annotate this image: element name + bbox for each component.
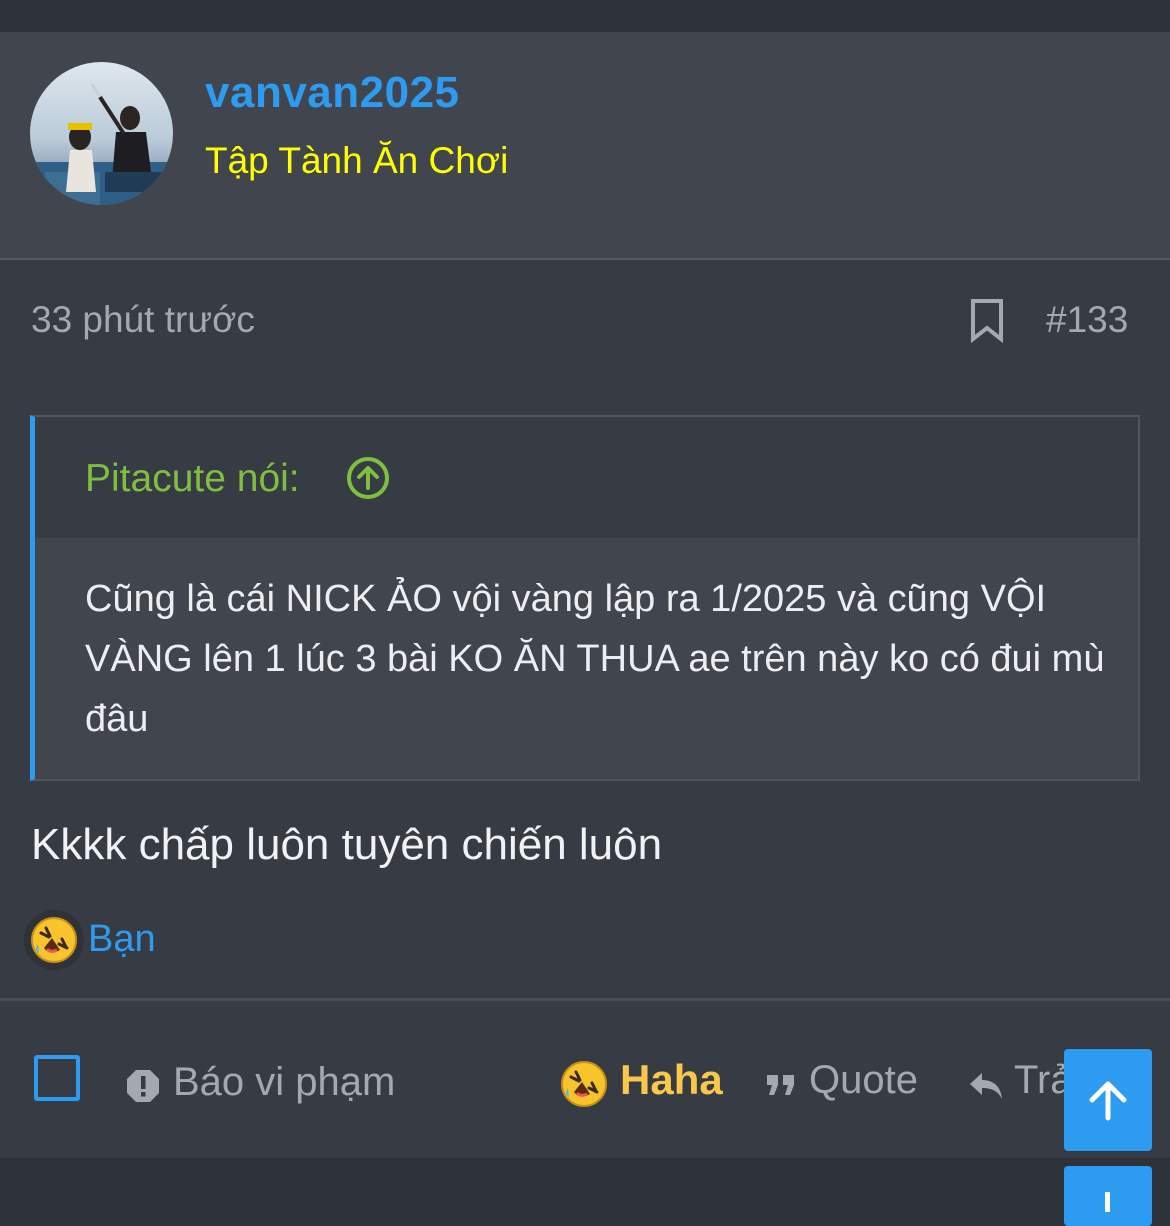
reply-button[interactable]: Trả lời xyxy=(968,1058,1068,1110)
reply-arrow-icon xyxy=(970,1073,1002,1099)
rolling-laughing-emoji-icon xyxy=(31,917,77,963)
quote-author[interactable]: Pitacute nói: xyxy=(85,457,300,501)
bookmark-icon[interactable] xyxy=(967,297,1007,344)
quote-header: Pitacute nói: xyxy=(35,417,1138,538)
page-top-strip xyxy=(0,0,1170,32)
quote-text: Cũng là cái NICK ẢO vội vàng lập ra 1/20… xyxy=(85,578,1105,740)
reaction-users[interactable]: Bạn xyxy=(88,918,156,961)
arrow-up-icon xyxy=(1089,1081,1127,1121)
arrow-up-circle-icon[interactable] xyxy=(345,455,391,501)
username[interactable]: vanvan2025 xyxy=(205,68,460,118)
report-label: Báo vi phạm xyxy=(173,1060,396,1104)
user-title: Tập Tành Ăn Chơi xyxy=(205,140,509,181)
reaction-emoji-badge xyxy=(24,910,84,970)
quote-label: Quote xyxy=(809,1058,918,1102)
scroll-to-top-button[interactable] xyxy=(1064,1049,1152,1151)
warning-octagon-icon xyxy=(127,1070,159,1102)
below-post-area xyxy=(0,1158,1170,1204)
quote-marks-icon xyxy=(767,1075,794,1095)
post-number[interactable]: #133 xyxy=(1046,299,1128,341)
post-message: Kkkk chấp luôn tuyên chiến luôn xyxy=(31,820,663,869)
footer-divider xyxy=(0,998,1170,1001)
select-checkbox[interactable] xyxy=(34,1055,80,1101)
rolling-laughing-emoji-icon xyxy=(561,1061,607,1107)
post-author-header: vanvan2025 Tập Tành Ăn Chơi xyxy=(0,32,1170,260)
quote-block: Pitacute nói: Cũng là cái NICK ẢO vội và… xyxy=(30,415,1140,781)
reply-label: Trả lời xyxy=(1014,1058,1068,1102)
forum-post: vanvan2025 Tập Tành Ăn Chơi 33 phút trướ… xyxy=(0,32,1170,1158)
post-time[interactable]: 33 phút trước xyxy=(31,299,255,341)
scroll-to-bottom-button[interactable] xyxy=(1064,1166,1152,1226)
avatar[interactable] xyxy=(30,62,173,205)
haha-label: Haha xyxy=(620,1056,723,1103)
arrow-down-icon xyxy=(1105,1192,1110,1212)
